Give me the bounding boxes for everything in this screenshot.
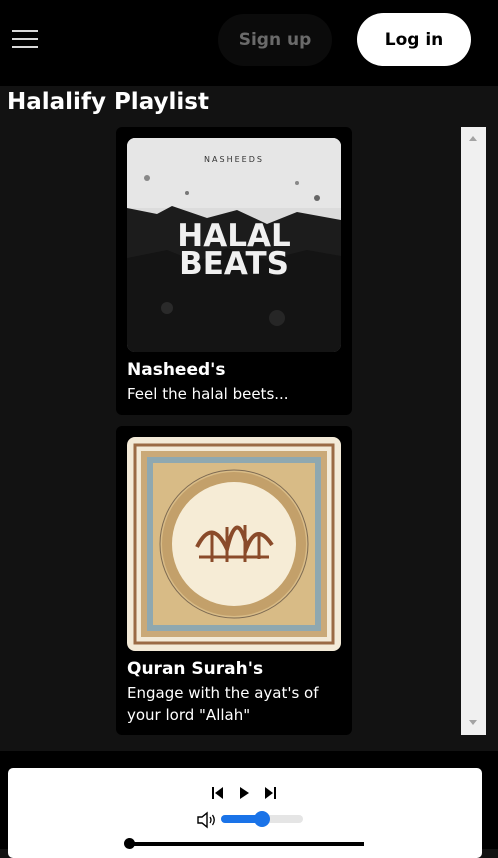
cover-label-text: NASHEEDS — [204, 155, 264, 164]
page-title: Halalify Playlist — [7, 89, 209, 115]
menu-line — [12, 30, 38, 32]
menu-line — [12, 38, 38, 40]
cover-title-line2: BEATS — [179, 246, 289, 282]
quran-calligraphy-cover-image — [127, 437, 341, 651]
card-description: Feel the halal beets... — [127, 385, 289, 403]
nasheeds-cover-image: NASHEEDS HALAL BEATS — [127, 138, 341, 352]
hamburger-menu-icon[interactable] — [12, 30, 38, 48]
volume-slider[interactable] — [221, 811, 303, 827]
track-progress-bar[interactable] — [128, 842, 364, 846]
track-progress-thumb[interactable] — [124, 838, 135, 849]
skip-previous-icon[interactable] — [211, 785, 225, 804]
scroll-down-arrow-icon[interactable] — [461, 713, 486, 733]
playlist-card-quran[interactable]: Quran Surah's Engage with the ayat's of … — [116, 426, 352, 735]
log-in-button[interactable]: Log in — [357, 13, 471, 66]
playlist-card-nasheeds[interactable]: NASHEEDS HALAL BEATS Nasheed's Feel the … — [116, 127, 352, 415]
speaker-volume-icon[interactable] — [196, 810, 218, 834]
volume-slider-thumb[interactable] — [254, 811, 270, 827]
scroll-up-arrow-icon[interactable] — [461, 129, 486, 149]
top-header: Sign up Log in — [0, 0, 498, 86]
card-description: Engage with the ayat's of your lord "All… — [127, 684, 319, 724]
menu-line — [12, 46, 38, 48]
skip-next-icon[interactable] — [263, 785, 277, 804]
playlist-scrollbar[interactable] — [461, 127, 486, 735]
card-title: Quran Surah's — [127, 659, 264, 679]
sign-up-button[interactable]: Sign up — [218, 14, 332, 66]
card-title: Nasheed's — [127, 360, 226, 380]
play-icon[interactable] — [237, 785, 251, 804]
